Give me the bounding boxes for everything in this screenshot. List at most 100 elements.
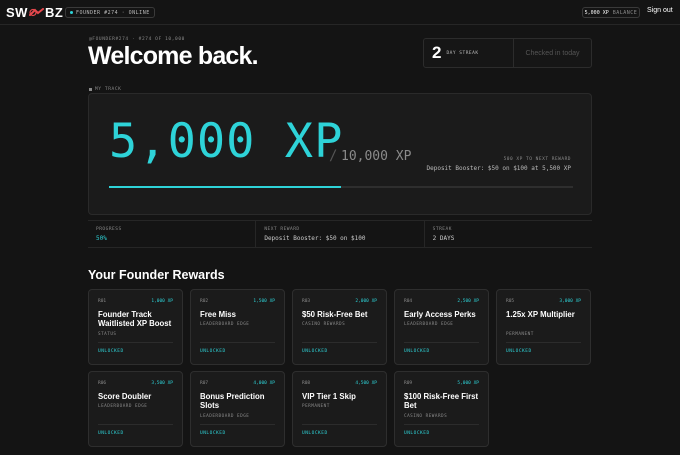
stats-row: PROGRESS 50% NEXT REWARD Deposit Booster… — [88, 220, 592, 248]
reward-xp-cost: 2,000 XP — [355, 299, 377, 304]
reward-name: $100 Risk-Free First Bet — [404, 392, 479, 410]
reward-category: PERMANENT — [506, 332, 534, 337]
card-divider — [98, 424, 173, 425]
reward-card[interactable]: R04 2,500 XP Early Access Perks LEADERBOARD… — [394, 289, 489, 365]
track-section-label: MY TRACK — [89, 87, 121, 92]
logo-text-left: SW — [6, 5, 28, 20]
check-in-button[interactable]: Checked in today — [514, 39, 591, 67]
stat-streak: STREAK 2 DAYS — [423, 221, 592, 247]
reward-xp-cost: 4,000 XP — [253, 381, 275, 386]
card-divider — [302, 424, 377, 425]
reward-xp-cost: 3,500 XP — [151, 381, 173, 386]
logo-mark-icon — [28, 8, 44, 17]
stat-value: 2 DAYS — [432, 235, 455, 242]
reward-card[interactable]: R05 3,000 XP 1.25x XP Multiplier PERMANENT U… — [496, 289, 591, 365]
reward-card[interactable]: R09 5,000 XP $100 Risk-Free First Bet CASIN… — [394, 371, 489, 447]
founder-badge-text: FOUNDER #274 · ONLINE — [76, 9, 150, 16]
reward-xp-cost: 3,000 XP — [559, 299, 581, 304]
track-label-text: MY TRACK — [95, 87, 122, 92]
streak-counter: 2 DAY STREAK — [424, 39, 514, 67]
reward-category: PERMANENT — [302, 404, 330, 409]
reward-name: $50 Risk-Free Bet — [302, 310, 368, 319]
online-dot-icon — [70, 11, 73, 14]
reward-status: UNLOCKED — [302, 349, 328, 354]
reward-category: CASINO REWARDS — [302, 322, 346, 327]
card-divider — [200, 424, 275, 425]
reward-status: UNLOCKED — [98, 431, 124, 436]
card-divider — [506, 342, 581, 343]
reward-number: R06 — [98, 381, 107, 386]
reward-card[interactable]: R03 2,000 XP $50 Risk-Free Bet CASINO REWAR… — [292, 289, 387, 365]
card-divider — [98, 342, 173, 343]
reward-status: UNLOCKED — [404, 349, 430, 354]
stat-label: PROGRESS — [96, 227, 122, 232]
brand-logo[interactable]: SW BZ — [6, 5, 63, 20]
reward-xp-cost: 4,500 XP — [355, 381, 377, 386]
reward-category: LEADERBOARD EDGE — [404, 322, 454, 327]
reward-name: 1.25x XP Multiplier — [506, 310, 575, 319]
square-bullet-icon — [89, 88, 92, 91]
reward-status: UNLOCKED — [200, 349, 226, 354]
reward-name: Founder Track Waitlisted XP Boost — [98, 310, 172, 328]
xp-separator: / — [329, 148, 338, 164]
sign-out-link[interactable]: Sign out — [647, 7, 673, 14]
reward-name: Free Miss — [200, 310, 236, 319]
reward-number: R04 — [404, 299, 413, 304]
reward-card[interactable]: R01 1,000 XP Founder Track Waitlisted XP B… — [88, 289, 183, 365]
reward-card[interactable]: R02 1,500 XP Free Miss LEADERBOARD EDGE UNLO… — [190, 289, 285, 365]
reward-number: R09 — [404, 381, 413, 386]
reward-category: STATUS — [98, 332, 117, 337]
top-bar: SW BZ FOUNDER #274 · ONLINE 5,000 XP BAL… — [0, 0, 680, 25]
reward-number: R05 — [506, 299, 515, 304]
rewards-section-title: Your Founder Rewards — [88, 268, 225, 282]
reward-card[interactable]: R06 3,500 XP Score Doubler LEADERBOARD EDGE… — [88, 371, 183, 447]
xp-progress-bar — [109, 186, 573, 188]
reward-name: Bonus Prediction Slots — [200, 392, 265, 410]
streak-widget: 2 DAY STREAK Checked in today — [423, 38, 592, 68]
card-divider — [302, 342, 377, 343]
streak-label: DAY STREAK — [446, 50, 479, 56]
reward-card[interactable]: R07 4,000 XP Bonus Prediction Slots LEADERB… — [190, 371, 285, 447]
reward-number: R01 — [98, 299, 107, 304]
stat-progress: PROGRESS 50% — [88, 221, 255, 247]
xp-current: 5,000 XP — [109, 114, 344, 169]
xp-balance-value: 5,000 XP — [584, 9, 609, 16]
xp-target: 10,000 XP — [341, 149, 412, 164]
reward-category: LEADERBOARD EDGE — [200, 414, 250, 419]
reward-category: LEADERBOARD EDGE — [200, 322, 250, 327]
stat-value: 50% — [96, 235, 107, 242]
xp-track-card: 5,000 XP / 10,000 XP 500 XP TO NEXT REWA… — [88, 93, 592, 215]
xp-progress-fill — [109, 186, 341, 188]
reward-number: R07 — [200, 381, 209, 386]
reward-status: UNLOCKED — [98, 349, 124, 354]
reward-xp-cost: 1,000 XP — [151, 299, 173, 304]
reward-number: R08 — [302, 381, 311, 386]
stat-label: STREAK — [432, 227, 452, 232]
xp-balance-pill: 5,000 XP BALANCE — [582, 7, 640, 18]
reward-name: VIP Tier 1 Skip — [302, 392, 356, 401]
reward-name: Score Doubler — [98, 392, 152, 401]
next-reward-description: Deposit Booster: $50 on $100 at 5,500 XP — [426, 165, 572, 172]
reward-status: UNLOCKED — [302, 431, 328, 436]
reward-number: R02 — [200, 299, 209, 304]
reward-xp-cost: 1,500 XP — [253, 299, 275, 304]
reward-status: UNLOCKED — [404, 431, 430, 436]
card-divider — [404, 424, 479, 425]
stat-value: Deposit Booster: $50 on $100 — [264, 235, 366, 242]
logo-text-right: BZ — [44, 5, 64, 20]
reward-status: UNLOCKED — [200, 431, 226, 436]
card-divider — [404, 342, 479, 343]
page-title: Welcome back. — [88, 42, 259, 70]
card-divider — [200, 342, 275, 343]
reward-xp-cost: 2,500 XP — [457, 299, 479, 304]
next-reward-hint: 500 XP TO NEXT REWARD — [503, 157, 571, 162]
streak-number: 2 — [432, 43, 442, 62]
reward-name: Early Access Perks — [404, 310, 476, 319]
reward-category: LEADERBOARD EDGE — [98, 404, 148, 409]
reward-xp-cost: 5,000 XP — [457, 381, 479, 386]
founder-status-badge: FOUNDER #274 · ONLINE — [65, 7, 155, 18]
reward-card[interactable]: R08 4,500 XP VIP Tier 1 Skip PERMANENT UNLOC… — [292, 371, 387, 447]
reward-category: CASINO REWARDS — [404, 414, 448, 419]
stat-label: NEXT REWARD — [264, 227, 300, 232]
reward-status: UNLOCKED — [506, 349, 532, 354]
